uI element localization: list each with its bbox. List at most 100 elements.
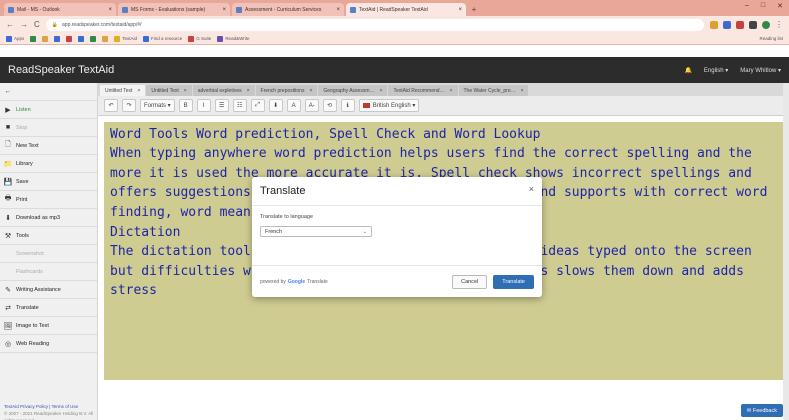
toolbar-button[interactable]: I	[196, 99, 211, 112]
browser-tab[interactable]: TextAid | ReadSpeaker TextAid ×	[346, 3, 466, 16]
reading-list[interactable]: Reading list	[759, 36, 783, 41]
blank-icon	[4, 250, 12, 257]
sidebar-item[interactable]: 💾 Save	[0, 173, 97, 191]
bookmark-item[interactable]: Find a resource	[143, 35, 182, 42]
url-field[interactable]: 🔒 app.readspeaker.com/textaid/app/#/	[45, 18, 704, 31]
toolbar-button[interactable]: ⟲	[322, 99, 337, 112]
sidebar-item[interactable]: 🖼 Image to Text	[0, 317, 97, 335]
chevron-down-icon: ⌄	[362, 228, 367, 235]
user-menu[interactable]: Mary Whitlow ▾	[740, 67, 781, 74]
toolbar-button[interactable]: ↶	[104, 99, 118, 112]
window-control-button[interactable]: □	[761, 2, 765, 10]
toolbar-button[interactable]: A-	[304, 99, 319, 112]
bell-icon[interactable]: 🔔	[684, 67, 691, 74]
bookmark-item[interactable]: Read&Write	[217, 35, 250, 42]
close-icon[interactable]: ×	[529, 184, 534, 194]
toolbar-button[interactable]: ☷	[232, 99, 247, 112]
bookmark-item[interactable]	[30, 35, 37, 42]
bookmark-item[interactable]	[54, 35, 61, 42]
language-select[interactable]: French ⌄	[260, 226, 372, 237]
bookmark-icon	[143, 35, 150, 42]
close-tab-icon[interactable]: ×	[450, 88, 453, 94]
language-dropdown[interactable]: British English ▾	[358, 99, 420, 112]
extension-icons: ⋮	[710, 20, 783, 29]
bookmark-icon	[54, 35, 61, 42]
close-tab-icon[interactable]: ×	[309, 88, 312, 94]
bookmark-item[interactable]: G Suite	[188, 35, 211, 42]
document-tab[interactable]: The Water Cycle_pro… ×	[458, 85, 529, 96]
sidebar-item[interactable]: ⬇ Download as mp3	[0, 209, 97, 227]
sidebar-item[interactable]: 🖶 Print	[0, 191, 97, 209]
close-tab-icon[interactable]: ×	[336, 7, 340, 13]
page-scrollbar[interactable]	[783, 83, 789, 420]
bookmark-item[interactable]	[66, 35, 73, 42]
bookmark-icon	[188, 35, 195, 42]
toolbar-button[interactable]: ⤢	[250, 99, 265, 112]
extension-icon[interactable]	[710, 20, 718, 29]
toolbar-button[interactable]: ↷	[122, 99, 136, 112]
bookmarks-bar: Apps TextAid Find a resource G Suite Read&Wr…	[0, 33, 789, 45]
window-control-button[interactable]: –	[745, 2, 749, 10]
close-tab-icon[interactable]: ×	[137, 88, 140, 94]
toolbar-button[interactable]: Formats ▾	[140, 99, 175, 112]
extension-icon[interactable]	[723, 20, 731, 29]
toolbar-button[interactable]: ℹ	[340, 99, 355, 112]
sidebar-item[interactable]: ⇄ Translate	[0, 299, 97, 317]
browser-tab[interactable]: Assessment - Curriculum Services ×	[232, 3, 344, 16]
bookmark-item[interactable]	[42, 35, 49, 42]
sidebar-item[interactable]: ◎ Web Reading	[0, 335, 97, 353]
sidebar-item[interactable]: 🗋 New Text	[0, 137, 97, 155]
bookmark-item[interactable]: TextAid	[114, 35, 137, 42]
dialog-footer: powered by Google Translate Cancel Trans…	[252, 265, 542, 297]
sidebar-item[interactable]: 📁 Library	[0, 155, 97, 173]
bookmark-item[interactable]	[90, 35, 97, 42]
toolbar-button[interactable]: ⬇	[268, 99, 283, 112]
extension-icon[interactable]	[736, 20, 744, 29]
document-tab[interactable]: Untitled Text ×	[146, 85, 192, 96]
translate-dialog: Translate × Translate to language French…	[252, 177, 542, 297]
sidebar-item[interactable]: ▶ Listen	[0, 101, 97, 119]
privacy-links[interactable]: TextAid Privacy Policy | Terms of Use	[4, 403, 97, 410]
document-tab[interactable]: TextAid Recommend… ×	[388, 85, 458, 96]
window-control-button[interactable]: ✕	[777, 2, 783, 10]
printer-icon: 🖶	[4, 195, 12, 202]
new-tab-button[interactable]: +	[468, 3, 480, 16]
document-tab[interactable]: Untitled Text ×	[100, 85, 146, 96]
close-tab-icon[interactable]: ×	[247, 88, 250, 94]
sidebar-footer: TextAid Privacy Policy | Terms of Use © …	[4, 403, 97, 420]
toolbar-button[interactable]: B	[178, 99, 193, 112]
close-tab-icon[interactable]: ×	[184, 88, 187, 94]
user-name: Mary Whitlow	[740, 67, 777, 74]
document-tab[interactable]: Geography Assessm… ×	[318, 85, 388, 96]
document-tab[interactable]: French prepositions ×	[255, 85, 318, 96]
back-icon[interactable]: ←	[6, 20, 14, 29]
browser-tab[interactable]: Mail - MS - Outlook ×	[4, 3, 116, 16]
close-tab-icon[interactable]: ×	[222, 7, 226, 13]
sidebar-collapse[interactable]: ←	[0, 83, 97, 101]
toolbar-button[interactable]: ☰	[214, 99, 229, 112]
reload-icon[interactable]: C	[34, 20, 40, 29]
bookmark-item[interactable]	[102, 35, 109, 42]
close-tab-icon[interactable]: ×	[380, 88, 383, 94]
editor-paragraph: Word Tools Word prediction, Spell Check …	[110, 127, 541, 142]
bookmark-item[interactable]: Apps	[6, 35, 24, 42]
close-tab-icon[interactable]: ×	[108, 7, 112, 13]
bookmark-icon	[66, 35, 73, 42]
document-tab-label: The Water Cycle_pro…	[463, 87, 516, 94]
forward-icon[interactable]: →	[20, 20, 28, 29]
sidebar-item[interactable]: ✎ Writing Assistance	[0, 281, 97, 299]
menu-dots-icon[interactable]: ⋮	[775, 20, 783, 29]
close-tab-icon[interactable]: ×	[521, 88, 524, 94]
bookmark-item[interactable]	[78, 35, 85, 42]
profile-icon[interactable]	[762, 20, 770, 29]
sidebar-item[interactable]: ⚒ Tools	[0, 227, 97, 245]
cancel-button[interactable]: Cancel	[452, 274, 488, 289]
language-menu[interactable]: English ▾	[704, 67, 728, 74]
document-tab[interactable]: adverbial expletives ×	[192, 85, 255, 96]
feedback-button[interactable]: ✉ Feedback	[740, 404, 783, 417]
browser-tab[interactable]: MS Forms - Evaluations (sample) ×	[118, 3, 230, 16]
close-tab-icon[interactable]: ×	[458, 7, 462, 13]
toolbar-button[interactable]: A	[286, 99, 301, 112]
extension-icon[interactable]	[749, 20, 757, 29]
translate-button[interactable]: Translate	[493, 274, 534, 289]
